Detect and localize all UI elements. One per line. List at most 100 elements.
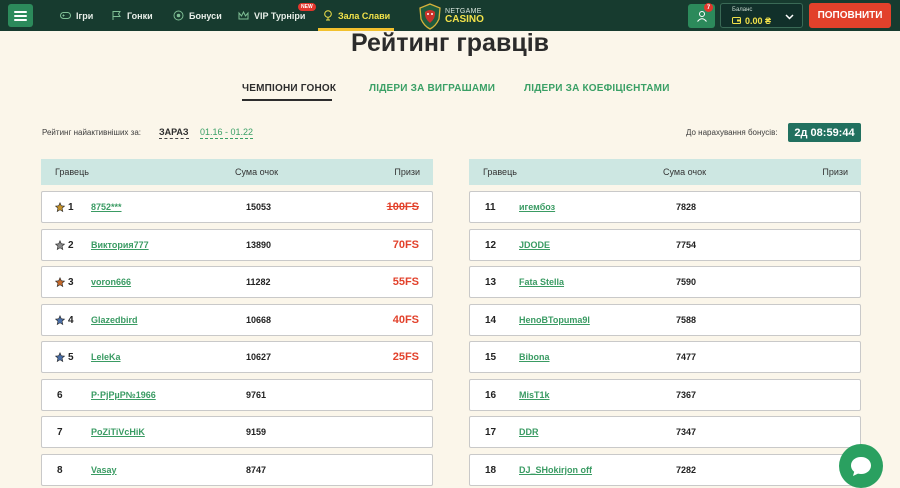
- table-row: 16 MisT1k 7367: [469, 378, 861, 411]
- table-row: 6 Р·РјРµР№1966 9761: [41, 378, 433, 411]
- filter-label: Рейтинг найактивніших за:: [42, 128, 141, 137]
- player-name-link[interactable]: Glazedbird: [91, 315, 138, 325]
- table-row: 7 PoZiTiVcHiK 9159: [41, 416, 433, 448]
- player-points: 7367: [676, 389, 697, 400]
- player-points: 7590: [676, 277, 697, 287]
- rank-number: 16: [485, 389, 497, 401]
- player-points: 9761: [246, 389, 267, 400]
- player-name-link[interactable]: Виктория777: [91, 240, 149, 250]
- bonus-countdown-label: До нарахування бонусів:: [686, 128, 778, 137]
- player-prize: 25FS: [392, 351, 419, 363]
- player-name-link[interactable]: HenoBTopuma9l: [519, 315, 590, 325]
- logo-line2: CASINO: [445, 13, 484, 25]
- table-row: 14 HenoBTopuma9l 7588: [469, 303, 861, 336]
- wallet-icon: [732, 17, 741, 24]
- balance-dropdown[interactable]: Баланс 0.00 ₴: [720, 3, 803, 28]
- player-name-link[interactable]: DDR: [519, 427, 539, 437]
- player-name-link[interactable]: Vasay: [91, 465, 117, 475]
- tab-odds-leaders[interactable]: ЛІДЕРИ ЗА КОЕФІЦІЄНТАМИ: [524, 83, 670, 94]
- player-name-link[interactable]: LeleKa: [91, 352, 121, 362]
- table-row: 11 игембоз 7828: [469, 191, 861, 223]
- player-points: 15053: [246, 202, 272, 212]
- nav-item-label: Зала Слави: [338, 10, 391, 21]
- balance-label: Баланс: [732, 7, 753, 13]
- player-points: 10668: [246, 314, 272, 325]
- table-row: 12 JDODE 7754: [469, 228, 861, 261]
- table-row: 2 Виктория777 13890 70FS: [41, 228, 433, 261]
- table-row: 13 Fata Stella 7590: [469, 266, 861, 298]
- header-points: Сума очок: [235, 167, 279, 177]
- player-name-link[interactable]: JDODE: [519, 240, 550, 250]
- table-row: 15 Bibona 7477: [469, 341, 861, 373]
- casino-logo[interactable]: NETGAME CASINO: [418, 2, 484, 30]
- table-row: 8 Vasay 8747: [41, 453, 433, 486]
- chat-bubble-icon: [851, 457, 871, 476]
- rank-number: 15: [485, 352, 497, 363]
- user-icon: [696, 11, 707, 22]
- player-name-link[interactable]: voron666: [91, 277, 131, 287]
- rank-number: 3: [68, 277, 74, 288]
- table-row: 3 voron666 11282 55FS: [41, 266, 433, 298]
- table-row: 5 LeleKa 10627 25FS: [41, 341, 433, 373]
- leaderboard-table-left: Гравець Сума очок Призи 1 8752*** 15053 100…: [41, 159, 433, 486]
- player-points: 7477: [676, 352, 697, 362]
- player-points: 9159: [246, 427, 267, 437]
- rank-number: 6: [57, 389, 63, 401]
- bonus-icon: [173, 10, 184, 21]
- flag-icon: [111, 10, 122, 21]
- table-row: 4 Glazedbird 10668 40FS: [41, 303, 433, 336]
- rank-number: 18: [485, 464, 497, 476]
- rank-number: 13: [485, 277, 497, 288]
- player-prize: 55FS: [392, 276, 419, 288]
- player-points: 13890: [246, 239, 272, 250]
- player-name-link[interactable]: PoZiTiVcHiK: [91, 427, 145, 437]
- player-points: 7282: [676, 464, 697, 475]
- rank-number: 2: [68, 239, 74, 251]
- rank-number: 8: [57, 464, 63, 476]
- nav-item-label: Ігри: [76, 10, 94, 21]
- rank-number: 14: [485, 314, 497, 326]
- rank-number: 5: [68, 352, 74, 363]
- deposit-button[interactable]: ПОПОВНИТИ: [809, 3, 891, 28]
- bonus-countdown-timer: 2д 08:59:44: [788, 123, 861, 142]
- table-header: Гравець Сума очок Призи: [41, 159, 433, 185]
- chat-button[interactable]: [839, 444, 883, 488]
- player-name-link[interactable]: Р·РјРµР№1966: [91, 390, 156, 400]
- chevron-down-icon: [785, 14, 794, 20]
- player-points: 7828: [676, 202, 697, 212]
- balance-value: 0.00 ₴: [745, 16, 772, 26]
- player-name-link[interactable]: MisT1k: [519, 390, 550, 400]
- active-tab-indicator: [242, 99, 332, 101]
- nav-item-label: Гонки: [127, 10, 153, 21]
- tab-winnings-leaders[interactable]: ЛІДЕРИ ЗА ВИГРАШАМИ: [369, 83, 495, 94]
- menu-button[interactable]: [8, 4, 33, 27]
- player-name-link[interactable]: 8752***: [91, 202, 122, 212]
- header-points: Сума очок: [663, 167, 707, 177]
- player-points: 7754: [676, 239, 697, 250]
- player-points: 8747: [246, 464, 267, 475]
- filter-range-option[interactable]: 01.16 - 01.22: [200, 127, 254, 139]
- crown-icon: [238, 10, 249, 21]
- gamepad-icon: [60, 10, 71, 21]
- table-row: 1 8752*** 15053 100FS: [41, 191, 433, 223]
- filter-now-option[interactable]: ЗАРАЗ: [159, 127, 189, 139]
- leaderboard-table-right: Гравець Сума очок Призи 11 игембоз 7828 12 J…: [469, 159, 861, 486]
- table-row: 17 DDR 7347: [469, 416, 861, 448]
- player-name-link[interactable]: DJ_SHokirjon off: [519, 465, 592, 475]
- rank-number: 1: [68, 202, 74, 213]
- player-prize: 70FS: [392, 238, 419, 251]
- rank-number: 12: [485, 239, 497, 251]
- table-row: 18 DJ_SHokirjon off 7282: [469, 453, 861, 486]
- player-name-link[interactable]: Fata Stella: [519, 277, 564, 287]
- player-points: 7347: [676, 427, 697, 437]
- header-player: Гравець: [483, 167, 517, 177]
- rank-number: 4: [68, 314, 74, 326]
- nav-item-label: Бонуси: [189, 10, 222, 21]
- page-title: Рейтинг гравців: [350, 29, 550, 57]
- player-prize: 100FS: [386, 201, 419, 213]
- tab-race-champions[interactable]: ЧЕМПІОНИ ГОНОК: [242, 83, 336, 94]
- player-name-link[interactable]: игембоз: [519, 202, 555, 212]
- player-name-link[interactable]: Bibona: [519, 352, 550, 362]
- player-points: 10627: [246, 352, 272, 362]
- trophy-icon: [322, 10, 333, 21]
